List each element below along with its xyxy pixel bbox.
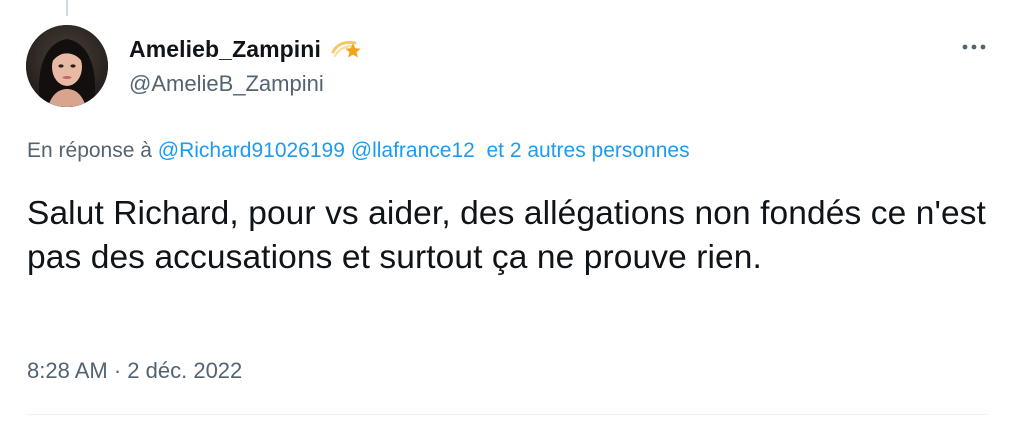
reply-prefix: En réponse à — [27, 139, 152, 162]
divider — [27, 414, 987, 415]
more-options-button[interactable] — [952, 30, 996, 64]
tweet-time-link[interactable]: 8:28 AM — [27, 358, 108, 383]
mention-others-link[interactable]: et 2 autres personnes — [486, 139, 689, 162]
tweet-timestamp: 8:28 AM · 2 déc. 2022 — [27, 358, 242, 384]
author-handle[interactable]: @AmelieB_Zampini — [129, 71, 324, 97]
mention-link-2[interactable]: @llafrance12 — [351, 139, 475, 162]
meta-separator: · — [113, 358, 122, 383]
ellipsis-icon — [962, 44, 986, 50]
reply-context: En réponse à @Richard91026199 @llafrance… — [27, 139, 690, 163]
tweet-date-link[interactable]: 2 déc. 2022 — [127, 358, 242, 383]
author-display-name[interactable]: Amelieb_Zampini — [129, 36, 321, 63]
author-name-row: Amelieb_Zampini — [129, 34, 365, 64]
shooting-star-icon — [329, 34, 365, 64]
thread-connector-line — [66, 0, 68, 16]
tweet-text: Salut Richard, pour vs aider, des alléga… — [27, 195, 986, 276]
mention-link-1[interactable]: @Richard91026199 — [158, 139, 345, 162]
avatar[interactable] — [26, 25, 108, 107]
avatar-image — [26, 25, 108, 107]
